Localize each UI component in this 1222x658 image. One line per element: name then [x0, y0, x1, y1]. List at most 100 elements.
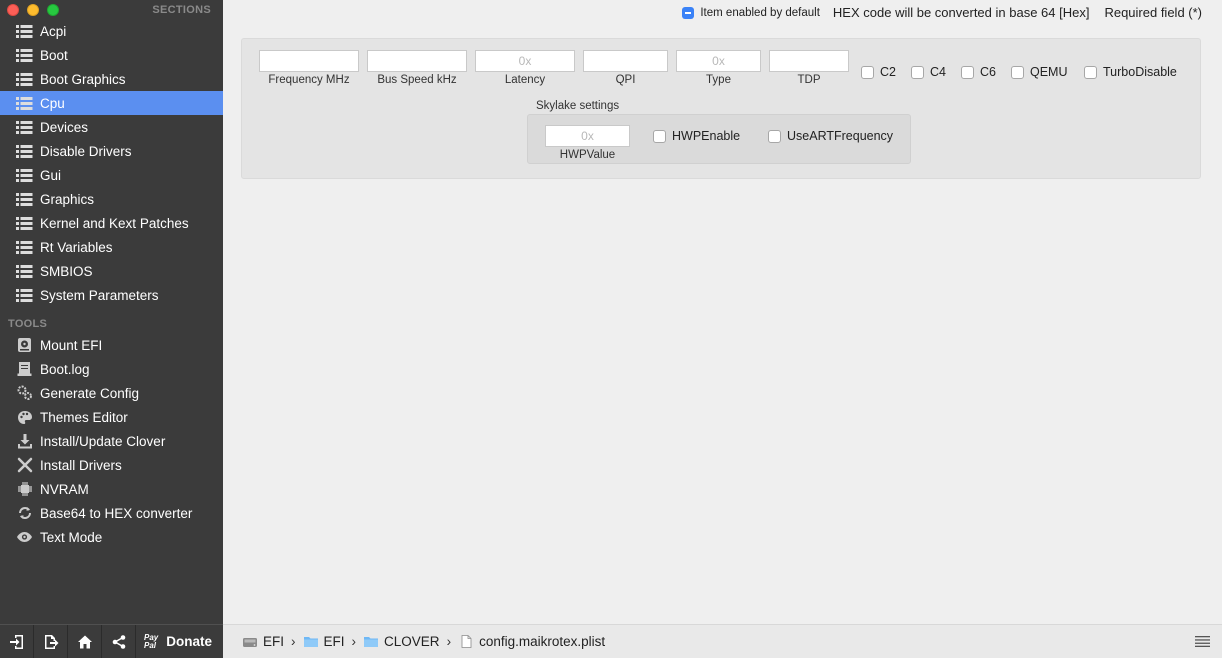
crumb-clover-folder[interactable]: CLOVER — [363, 634, 440, 649]
type-field: Type — [676, 50, 761, 86]
sidebar-item-boot-log[interactable]: Boot.log — [0, 357, 223, 381]
convert-icon — [16, 505, 33, 522]
chip-icon — [16, 481, 33, 498]
qpi-input[interactable] — [583, 50, 668, 72]
qemu-checkbox[interactable]: QEMU — [1011, 65, 1068, 79]
sections-list: Acpi Boot Boot Graphics Cpu Devices Disable D… — [0, 19, 223, 307]
c4-checkbox[interactable]: C4 — [911, 65, 946, 79]
tools-header: TOOLS — [8, 318, 48, 330]
close-window-button[interactable] — [7, 4, 19, 16]
sidebar-item-gui[interactable]: Gui — [0, 163, 223, 187]
crumb-config-file[interactable]: config.maikrotex.plist — [458, 634, 605, 649]
sidebar-item-label: Mount EFI — [40, 337, 103, 353]
tdp-field: TDP — [769, 50, 849, 86]
sidebar-item-label: Rt Variables — [40, 239, 113, 255]
crumb-efi-folder[interactable]: EFI — [303, 634, 345, 649]
sections-header: SECTIONS — [152, 4, 211, 16]
paypal-icon: Pay Pal — [144, 632, 159, 650]
sidebar-item-kernel-and-kext-patches[interactable]: Kernel and Kext Patches — [0, 211, 223, 235]
bus-speed-label: Bus Speed kHz — [377, 74, 457, 86]
gears-icon — [16, 385, 33, 402]
sidebar-item-rt-variables[interactable]: Rt Variables — [0, 235, 223, 259]
disk-icon — [16, 337, 33, 354]
window-controls — [7, 4, 59, 16]
skylake-settings-group: HWPValue HWPEnable UseARTFrequency — [527, 114, 911, 164]
frequency-label: Frequency MHz — [268, 74, 350, 86]
palette-icon — [16, 409, 33, 426]
minimize-window-button[interactable] — [27, 4, 39, 16]
sidebar-item-boot[interactable]: Boot — [0, 43, 223, 67]
hwp-value-input[interactable] — [545, 125, 630, 147]
sidebar-item-mount-efi[interactable]: Mount EFI — [0, 333, 223, 357]
list-icon — [16, 287, 33, 304]
share-button[interactable] — [102, 624, 136, 658]
sidebar-item-themes-editor[interactable]: Themes Editor — [0, 405, 223, 429]
donate-label: Donate — [166, 634, 212, 649]
bus-speed-input[interactable] — [367, 50, 467, 72]
bus-speed-field: Bus Speed kHz — [367, 50, 467, 86]
list-icon — [16, 263, 33, 280]
tools-list: Mount EFI Boot.log Generate Config Themes E… — [0, 333, 223, 549]
sidebar-item-boot-graphics[interactable]: Boot Graphics — [0, 67, 223, 91]
sidebar-item-install-drivers[interactable]: Install Drivers — [0, 453, 223, 477]
frequency-input[interactable] — [259, 50, 359, 72]
hwp-value-label: HWPValue — [559, 149, 616, 161]
c2-checkbox[interactable]: C2 — [861, 65, 896, 79]
export-button[interactable] — [34, 624, 68, 658]
sidebar-item-cpu[interactable]: Cpu — [0, 91, 223, 115]
list-icon — [16, 71, 33, 88]
sidebar-item-graphics[interactable]: Graphics — [0, 187, 223, 211]
use-art-frequency-checkbox[interactable]: UseARTFrequency — [768, 129, 893, 143]
home-button[interactable] — [68, 624, 102, 658]
legend-required: Required field (*) — [1104, 5, 1202, 20]
import-icon — [9, 634, 23, 649]
sidebar-item-devices[interactable]: Devices — [0, 115, 223, 139]
list-icon — [16, 191, 33, 208]
list-icon — [16, 23, 33, 40]
legend-hex-note: HEX code will be converted in base 64 [H… — [832, 5, 1090, 20]
sidebar-item-generate-config[interactable]: Generate Config — [0, 381, 223, 405]
zoom-window-button[interactable] — [47, 4, 59, 16]
hwp-enable-checkbox[interactable]: HWPEnable — [653, 129, 740, 143]
crumb-efi-volume[interactable]: EFI — [242, 634, 284, 649]
tdp-label: TDP — [797, 74, 821, 86]
import-button[interactable] — [0, 624, 34, 658]
donate-button[interactable]: Pay Pal Donate — [136, 632, 212, 650]
path-bar: EFI › EFI › CLOVER › config.maikrotex.pl… — [223, 624, 1222, 658]
sidebar-item-label: Boot — [40, 47, 68, 63]
type-input[interactable] — [676, 50, 761, 72]
latency-label: Latency — [504, 74, 546, 86]
share-icon — [112, 634, 125, 649]
latency-input[interactable] — [475, 50, 575, 72]
sidebar-item-label: Base64 to HEX converter — [40, 505, 193, 521]
sidebar-item-label: Kernel and Kext Patches — [40, 215, 189, 231]
frequency-field: Frequency MHz — [259, 50, 359, 86]
sidebar-item-label: Gui — [40, 167, 62, 183]
sidebar-item-label: Themes Editor — [40, 409, 128, 425]
sidebar-toolbar: Pay Pal Donate — [0, 624, 223, 658]
sidebar-item-label: NVRAM — [40, 481, 89, 497]
path-separator: › — [291, 634, 296, 649]
sidebar-item-install-update-clover[interactable]: Install/Update Clover — [0, 429, 223, 453]
sidebar-item-system-parameters[interactable]: System Parameters — [0, 283, 223, 307]
sidebar-item-label: Install Drivers — [40, 457, 122, 473]
sidebar-item-disable-drivers[interactable]: Disable Drivers — [0, 139, 223, 163]
sidebar-item-smbios[interactable]: SMBIOS — [0, 259, 223, 283]
tdp-input[interactable] — [769, 50, 849, 72]
list-icon — [16, 95, 33, 112]
list-icon — [16, 167, 33, 184]
sidebar-item-label: SMBIOS — [40, 263, 93, 279]
list-icon — [16, 119, 33, 136]
legend-item-enabled: Item enabled by default — [700, 6, 820, 19]
sidebar-item-label: Text Mode — [40, 529, 103, 545]
c6-checkbox[interactable]: C6 — [961, 65, 996, 79]
sidebar-item-label: Acpi — [40, 23, 67, 39]
sidebar-item-base64-to-hex-converter[interactable]: Base64 to HEX converter — [0, 501, 223, 525]
turbo-disable-checkbox[interactable]: TurboDisable — [1084, 65, 1177, 79]
sidebar-item-nvram[interactable]: NVRAM — [0, 477, 223, 501]
export-icon — [44, 634, 58, 649]
sidebar-item-acpi[interactable]: Acpi — [0, 19, 223, 43]
list-view-icon[interactable] — [1195, 635, 1210, 647]
sidebar-item-text-mode[interactable]: Text Mode — [0, 525, 223, 549]
legend-bar: Item enabled by default HEX code will be… — [682, 5, 1202, 20]
